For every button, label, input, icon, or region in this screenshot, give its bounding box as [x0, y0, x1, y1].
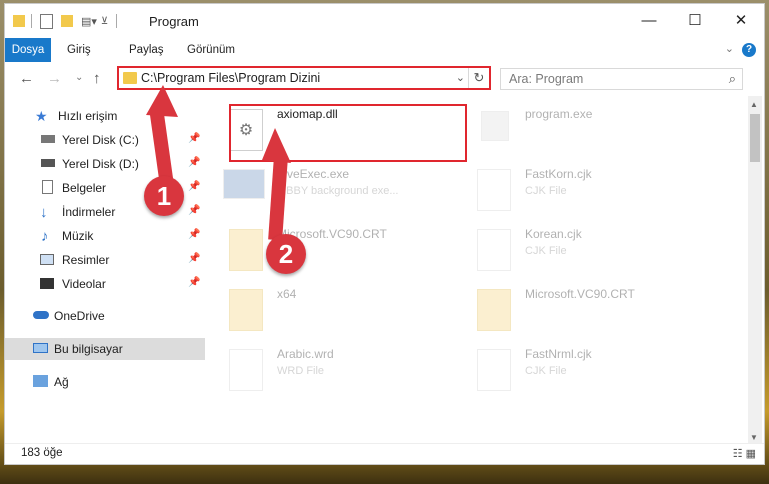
- arrow-2: [262, 128, 291, 241]
- annotation-arrows: [146, 85, 291, 241]
- annotation-callout-1: 1: [144, 176, 184, 216]
- annotation-callout-2: 2: [266, 234, 306, 274]
